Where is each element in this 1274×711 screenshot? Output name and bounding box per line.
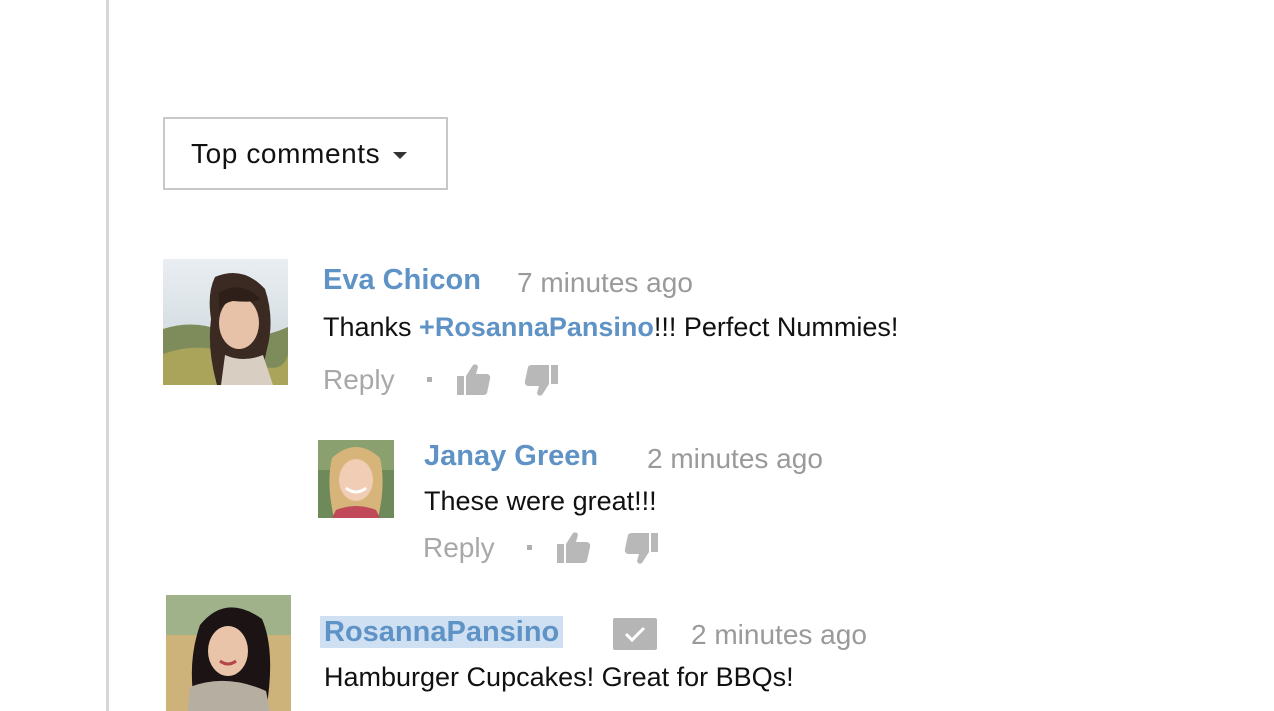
comment-text-suffix: !!! Perfect Nummies! xyxy=(653,312,899,342)
mention-link[interactable]: +RosannaPansino xyxy=(419,312,654,342)
sort-comments-dropdown[interactable]: Top comments xyxy=(163,117,448,190)
comment-author[interactable]: Eva Chicon xyxy=(323,264,481,297)
thumbs-down-icon[interactable] xyxy=(523,363,559,399)
thumbs-up-icon[interactable] xyxy=(556,529,592,565)
comments-section: Top comments Eva Chicon 7 minutes ago Th… xyxy=(0,0,1274,711)
comment-text-prefix: Thanks xyxy=(323,312,420,342)
avatar[interactable] xyxy=(163,259,288,385)
avatar[interactable] xyxy=(166,595,291,711)
separator-dot xyxy=(527,545,532,550)
verified-check-icon xyxy=(624,626,646,643)
comment-timestamp[interactable]: 7 minutes ago xyxy=(517,267,693,299)
comment-text: Thanks +RosannaPansino!!! Perfect Nummie… xyxy=(323,312,898,343)
comment-timestamp[interactable]: 2 minutes ago xyxy=(647,443,823,475)
comment-text: Hamburger Cupcakes! Great for BBQs! xyxy=(324,662,794,692)
author-highlight[interactable]: RosannaPansino xyxy=(320,616,564,648)
reply-button[interactable]: Reply xyxy=(323,364,395,396)
sort-label: Top comments xyxy=(191,137,381,169)
thumbs-up-icon[interactable] xyxy=(456,361,492,397)
thumbs-down-icon[interactable] xyxy=(623,531,659,567)
comment-text: These were great!!! xyxy=(424,486,657,516)
comment-author[interactable]: Janay Green xyxy=(424,440,598,473)
separator-dot xyxy=(427,377,432,382)
left-divider xyxy=(106,0,109,711)
comment-author[interactable]: RosannaPansino xyxy=(320,616,564,649)
avatar[interactable] xyxy=(318,440,394,518)
caret-down-icon xyxy=(393,151,408,159)
comment-timestamp[interactable]: 2 minutes ago xyxy=(691,619,867,651)
verified-badge xyxy=(613,618,657,650)
reply-button[interactable]: Reply xyxy=(423,532,495,564)
